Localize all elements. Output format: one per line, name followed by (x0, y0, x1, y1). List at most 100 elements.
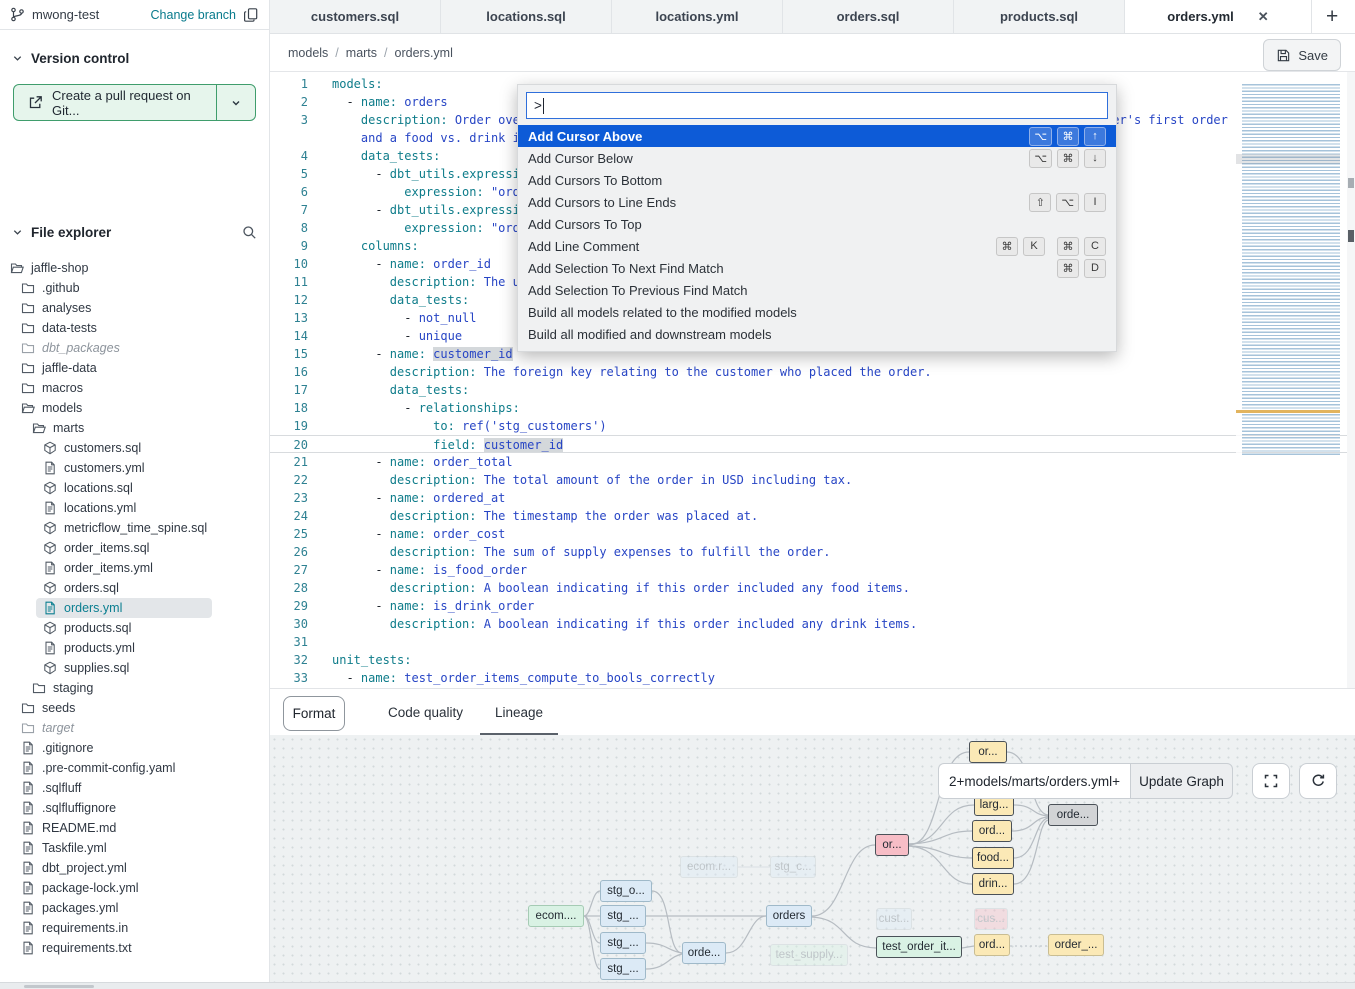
file-row[interactable]: seeds (0, 698, 269, 718)
file-explorer-header[interactable]: File explorer (0, 222, 269, 242)
file-row[interactable]: data-tests (0, 318, 269, 338)
palette-item[interactable]: Build all models related to the modified… (518, 301, 1116, 323)
update-graph-button[interactable]: Update Graph (1130, 763, 1233, 799)
file-row[interactable]: README.md (0, 818, 269, 838)
palette-item[interactable]: Add Line Comment⌘K⌘C (518, 235, 1116, 257)
file-row[interactable]: package-lock.yml (0, 878, 269, 898)
file-row[interactable]: products.yml (0, 638, 269, 658)
new-tab-button[interactable]: + (1326, 6, 1338, 27)
file-row[interactable]: .sqlfluff (0, 778, 269, 798)
palette-item[interactable]: Add Cursors To Top (518, 213, 1116, 235)
tab-lineage[interactable]: Lineage (495, 689, 543, 735)
palette-item[interactable]: Add Cursor Above⌥⌘↑ (518, 125, 1116, 147)
file-row[interactable]: metricflow_time_spine.sql (0, 518, 269, 538)
palette-item[interactable]: Add Selection To Next Find Match⌘D (518, 257, 1116, 279)
lineage-node[interactable]: drin... (972, 873, 1014, 895)
lineage-node[interactable]: order_... (1048, 934, 1104, 956)
breadcrumb-item[interactable]: orders.yml (395, 46, 453, 60)
command-palette-input[interactable]: > (526, 92, 1108, 119)
lineage-node[interactable]: cus... (974, 908, 1008, 930)
lineage-canvas[interactable]: ecom....stg_o...stg_...stg_...stg_...ord… (270, 735, 1355, 982)
lineage-node[interactable]: ord... (972, 820, 1012, 842)
file-row[interactable]: marts (0, 418, 269, 438)
palette-item[interactable]: Add Cursor Below⌥⌘↓ (518, 147, 1116, 169)
tab-locations.sql[interactable]: locations.sql (441, 0, 612, 33)
create-pr-dropdown[interactable] (216, 85, 255, 120)
tab-code-quality[interactable]: Code quality (388, 689, 463, 735)
save-button[interactable]: Save (1263, 39, 1341, 71)
file-row[interactable]: supplies.sql (0, 658, 269, 678)
breadcrumb-item[interactable]: marts (346, 46, 377, 60)
format-button[interactable]: Format (283, 696, 345, 731)
lineage-node[interactable]: food... (972, 847, 1014, 869)
file-row[interactable]: Taskfile.yml (0, 838, 269, 858)
create-pr-main[interactable]: Create a pull request on Git... (14, 85, 216, 120)
palette-item[interactable]: Add Cursors to Line Ends⇧⌥I (518, 191, 1116, 213)
lineage-node[interactable]: or... (875, 834, 909, 856)
lineage-node[interactable]: stg_... (600, 958, 646, 980)
file-row[interactable]: .github (0, 278, 269, 298)
breadcrumb: models/marts/orders.yml (288, 34, 453, 72)
file-row[interactable]: locations.sql (0, 478, 269, 498)
lineage-node[interactable]: orders (766, 905, 812, 927)
refresh-button[interactable] (1299, 763, 1337, 799)
file-row[interactable]: analyses (0, 298, 269, 318)
file-row[interactable]: .gitignore (0, 738, 269, 758)
file-row[interactable]: macros (0, 378, 269, 398)
file-row[interactable]: products.sql (0, 618, 269, 638)
search-icon[interactable] (242, 225, 257, 240)
tab-orders.sql[interactable]: orders.sql (783, 0, 954, 33)
fullscreen-button[interactable] (1252, 763, 1290, 799)
version-control-header[interactable]: Version control (0, 48, 269, 68)
palette-item[interactable]: Add Selection To Previous Find Match (518, 279, 1116, 301)
lineage-node[interactable]: cust... (876, 908, 912, 930)
file-row[interactable]: orders.yml (0, 598, 269, 618)
file-row[interactable]: customers.sql (0, 438, 269, 458)
lineage-node[interactable]: test_order_it... (876, 936, 962, 958)
file-row[interactable]: jaffle-data (0, 358, 269, 378)
tab-orders.yml[interactable]: orders.yml✕ (1125, 0, 1312, 33)
close-icon[interactable]: ✕ (1258, 9, 1269, 25)
file-row[interactable]: jaffle-shop (0, 258, 269, 278)
lineage-node[interactable]: ecom.... (528, 905, 584, 927)
tab-products.sql[interactable]: products.sql (954, 0, 1125, 33)
lineage-node[interactable]: or... (969, 741, 1007, 763)
tab-locations.yml[interactable]: locations.yml (612, 0, 783, 33)
lineage-node[interactable]: ecom.r... (680, 856, 738, 878)
lineage-node[interactable]: stg_o... (600, 880, 652, 902)
lineage-node[interactable]: stg_c... (770, 856, 816, 878)
change-branch-link[interactable]: Change branch (151, 8, 236, 22)
file-row[interactable]: order_items.sql (0, 538, 269, 558)
lineage-node[interactable]: stg_... (600, 905, 646, 927)
file-row[interactable]: dbt_project.yml (0, 858, 269, 878)
file-row[interactable]: staging (0, 678, 269, 698)
file-row[interactable]: packages.yml (0, 898, 269, 918)
file-row[interactable]: dbt_packages (0, 338, 269, 358)
lineage-node[interactable]: orde... (682, 942, 726, 964)
create-pr-button[interactable]: Create a pull request on Git... (13, 84, 256, 121)
copy-icon[interactable] (243, 7, 259, 23)
palette-item[interactable]: Build all modified and downstream models (518, 323, 1116, 345)
file-row[interactable]: customers.yml (0, 458, 269, 478)
file-row[interactable]: orders.sql (0, 578, 269, 598)
file-row[interactable]: requirements.in (0, 918, 269, 938)
palette-item[interactable]: Add Cursors To Bottom (518, 169, 1116, 191)
file-row[interactable]: models (0, 398, 269, 418)
file-row[interactable]: order_items.yml (0, 558, 269, 578)
file-row[interactable]: target (0, 718, 269, 738)
lineage-node[interactable]: ord... (974, 934, 1010, 956)
minimap[interactable] (1236, 84, 1340, 456)
lineage-node[interactable]: test_supply... (770, 944, 848, 966)
file-row[interactable]: locations.yml (0, 498, 269, 518)
lineage-node[interactable]: orde... (1048, 804, 1098, 826)
file-row[interactable]: requirements.txt (0, 938, 269, 958)
file-row[interactable]: .sqlfluffignore (0, 798, 269, 818)
horizontal-scroll-thumb[interactable] (24, 985, 94, 988)
tab-customers.sql[interactable]: customers.sql (270, 0, 441, 33)
lineage-search-input[interactable]: 2+models/marts/orders.yml+ (938, 763, 1130, 799)
file-label: target (42, 721, 74, 735)
breadcrumb-item[interactable]: models (288, 46, 328, 60)
editor-scrollbar[interactable] (1347, 72, 1355, 688)
file-row[interactable]: .pre-commit-config.yaml (0, 758, 269, 778)
lineage-node[interactable]: stg_... (600, 932, 646, 954)
